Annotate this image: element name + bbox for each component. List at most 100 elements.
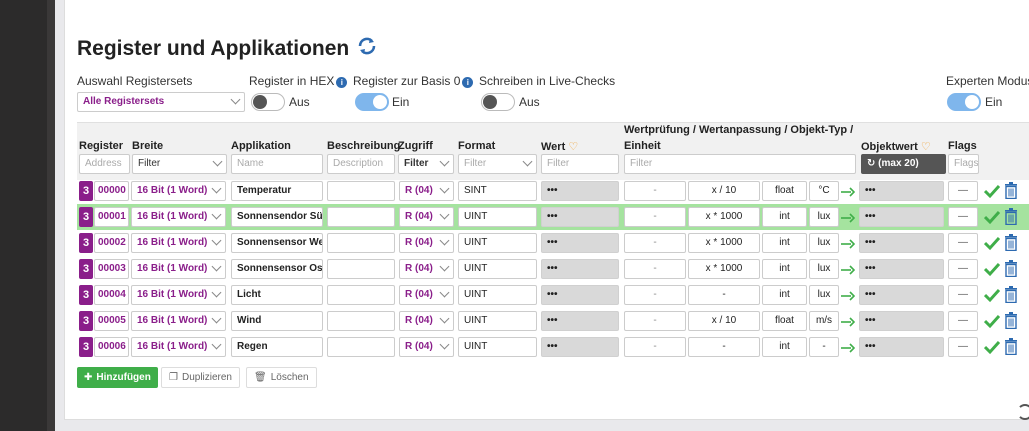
format-select[interactable]: UINT <box>458 337 537 357</box>
access-select[interactable]: R (04) <box>399 259 454 279</box>
description-input[interactable] <box>327 233 395 253</box>
object-type-input[interactable]: float <box>762 311 807 331</box>
value-check-input[interactable]: - <box>624 285 686 305</box>
expert-mode-toggle[interactable] <box>947 93 981 111</box>
object-type-input[interactable]: int <box>762 207 807 227</box>
col-zugriff[interactable]: Zugriff <box>398 140 433 152</box>
application-input[interactable]: Regen <box>231 337 323 357</box>
check-icon[interactable] <box>984 235 1000 251</box>
delete-button[interactable]: 🗑︎ Löschen <box>246 367 317 388</box>
col-applikation[interactable]: Applikation <box>231 140 291 152</box>
info-icon[interactable]: i <box>336 77 348 88</box>
width-select[interactable]: 16 Bit (1 Word) <box>131 207 226 227</box>
hex-toggle[interactable] <box>251 93 285 111</box>
trash-icon[interactable] <box>1004 338 1018 355</box>
value-check-input[interactable]: - <box>624 259 686 279</box>
filter-description[interactable]: Description <box>327 154 395 174</box>
description-input[interactable] <box>327 311 395 331</box>
format-select[interactable]: UINT <box>458 233 537 253</box>
register-address[interactable]: 00006 <box>94 337 129 357</box>
value-check-input[interactable]: - <box>624 337 686 357</box>
value-adjust-input[interactable]: x * 1000 <box>688 259 760 279</box>
format-select[interactable]: UINT <box>458 311 537 331</box>
unit-input[interactable]: lux <box>809 207 839 227</box>
description-input[interactable] <box>327 259 395 279</box>
access-select[interactable]: R (04) <box>399 233 454 253</box>
width-select[interactable]: 16 Bit (1 Word) <box>131 285 226 305</box>
trash-icon[interactable] <box>1004 208 1018 225</box>
col-einheit[interactable]: Einheit <box>624 140 661 152</box>
application-input[interactable]: Sonnensensor West <box>231 233 323 253</box>
table-row[interactable]: 3 00003 16 Bit (1 Word) Sonnensensor Ost R (… <box>77 256 1029 282</box>
object-type-input[interactable]: int <box>762 337 807 357</box>
table-row[interactable]: 3 00000 16 Bit (1 Word) Temperatur R (04) SIN… <box>77 178 1029 204</box>
width-select[interactable]: 16 Bit (1 Word) <box>131 181 226 201</box>
col-flags[interactable]: Flags <box>948 140 977 152</box>
width-select[interactable]: 16 Bit (1 Word) <box>131 337 226 357</box>
flags-input[interactable]: — <box>948 285 978 305</box>
check-icon[interactable] <box>984 183 1000 199</box>
livechecks-toggle[interactable] <box>481 93 515 111</box>
col-wertpruefung[interactable]: Wertprüfung / Wertanpassung / Objekt-Typ… <box>624 124 853 136</box>
application-input[interactable]: Sonnensensor Ost <box>231 259 323 279</box>
table-row[interactable]: 3 00005 16 Bit (1 Word) Wind R (04) UINT ••• - x… <box>77 308 1029 334</box>
access-select[interactable]: R (04) <box>399 285 454 305</box>
flags-input[interactable]: — <box>948 233 978 253</box>
application-input[interactable]: Wind <box>231 311 323 331</box>
add-button[interactable]: ✚ Hinzufügen <box>77 367 158 388</box>
info-icon[interactable]: i <box>462 77 474 88</box>
register-address[interactable]: 00000 <box>94 181 129 201</box>
object-type-input[interactable]: float <box>762 181 807 201</box>
description-input[interactable] <box>327 181 395 201</box>
register-address[interactable]: 00002 <box>94 233 129 253</box>
base0-toggle[interactable] <box>355 93 389 111</box>
check-icon[interactable] <box>984 339 1000 355</box>
width-select[interactable]: 16 Bit (1 Word) <box>131 259 226 279</box>
value-check-input[interactable]: - <box>624 207 686 227</box>
trash-icon[interactable] <box>1004 286 1018 303</box>
filter-format[interactable]: Filter <box>458 154 537 174</box>
flags-input[interactable]: — <box>948 337 978 357</box>
value-check-input[interactable]: - <box>624 181 686 201</box>
description-input[interactable] <box>327 207 395 227</box>
format-select[interactable]: UINT <box>458 207 537 227</box>
unit-input[interactable]: - <box>809 337 839 357</box>
format-select[interactable]: UINT <box>458 259 537 279</box>
table-row[interactable]: 3 00004 16 Bit (1 Word) Licht R (04) UINT ••• -… <box>77 282 1029 308</box>
unit-input[interactable]: m/s <box>809 311 839 331</box>
check-icon[interactable] <box>984 287 1000 303</box>
col-breite[interactable]: Breite <box>132 140 163 152</box>
filter-wert[interactable]: Filter <box>541 154 619 174</box>
flags-input[interactable]: — <box>948 207 978 227</box>
col-beschreibung[interactable]: Beschreibung <box>327 140 400 152</box>
register-address[interactable]: 00005 <box>94 311 129 331</box>
table-row[interactable]: 300002 16 Bit (1 Word) Sonnensensor West R … <box>77 230 1029 256</box>
objektwert-refresh-button[interactable]: ↻ (max 20) <box>861 154 946 174</box>
refresh-icon[interactable] <box>357 37 377 61</box>
value-check-input[interactable]: - <box>624 233 686 253</box>
flags-input[interactable]: — <box>948 181 978 201</box>
trash-icon[interactable] <box>1004 260 1018 277</box>
width-select[interactable]: 16 Bit (1 Word) <box>131 233 226 253</box>
register-address[interactable]: 00003 <box>94 259 129 279</box>
value-adjust-input[interactable]: - <box>688 337 760 357</box>
value-adjust-input[interactable]: x * 1000 <box>688 207 760 227</box>
col-objektwert[interactable]: Objektwert ♡ <box>861 140 931 153</box>
access-select[interactable]: R (04) <box>399 311 454 331</box>
value-adjust-input[interactable]: x / 10 <box>688 311 760 331</box>
flags-input[interactable]: — <box>948 311 978 331</box>
application-input[interactable]: Temperatur <box>231 181 323 201</box>
width-select[interactable]: 16 Bit (1 Word) <box>131 311 226 331</box>
description-input[interactable] <box>327 285 395 305</box>
flags-input[interactable]: — <box>948 259 978 279</box>
format-select[interactable]: SINT <box>458 181 537 201</box>
duplicate-button[interactable]: ❐ Duplizieren <box>161 367 240 388</box>
access-select[interactable]: R (04) <box>399 181 454 201</box>
object-type-input[interactable]: int <box>762 259 807 279</box>
trash-icon[interactable] <box>1004 234 1018 251</box>
filter-breite[interactable]: Filter <box>132 154 227 174</box>
col-wert[interactable]: Wert ♡ <box>541 140 578 153</box>
col-format[interactable]: Format <box>458 140 495 152</box>
check-icon[interactable] <box>984 313 1000 329</box>
application-input[interactable]: Licht <box>231 285 323 305</box>
